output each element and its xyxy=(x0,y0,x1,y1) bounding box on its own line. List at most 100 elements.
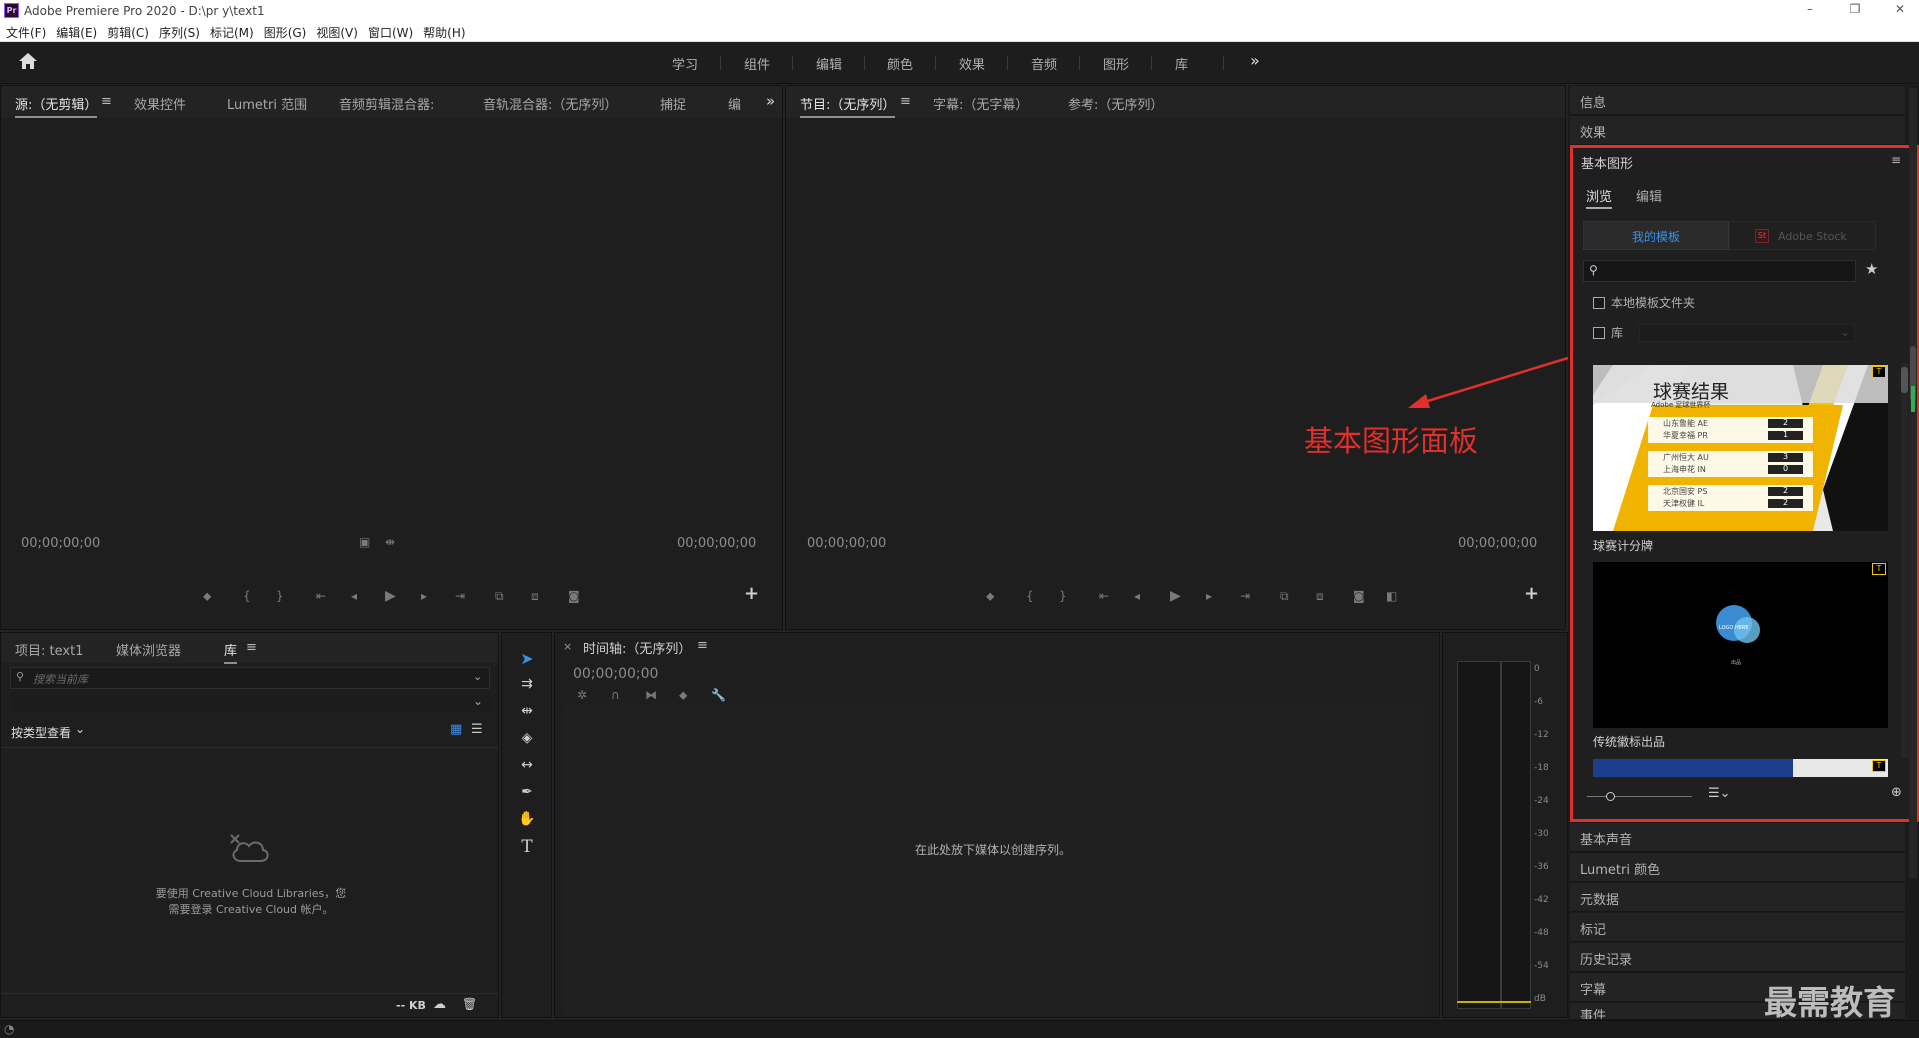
source-timecode-current[interactable]: 00;00;00;00 xyxy=(21,536,100,551)
eg-scrollbar[interactable] xyxy=(1901,363,1908,758)
go-to-in-icon[interactable]: ⇤ xyxy=(316,589,326,603)
eg-tab-edit[interactable]: 编辑 xyxy=(1636,186,1662,205)
workspace-assembly[interactable]: 组件 xyxy=(744,54,770,73)
go-to-out-icon[interactable]: ⇥ xyxy=(455,589,465,603)
program-timecode-current[interactable]: 00;00;00;00 xyxy=(807,536,886,551)
ripple-edit-tool-icon[interactable]: ⇹ xyxy=(509,703,545,719)
panel-essential-sound[interactable]: 基本声音 xyxy=(1570,823,1905,852)
drop-frame-icon[interactable]: ▣ xyxy=(359,535,370,549)
home-icon[interactable] xyxy=(14,52,42,74)
comparison-view-icon[interactable]: ◧ xyxy=(1386,589,1397,603)
library-dropdown[interactable]: ⌄ xyxy=(1639,324,1855,342)
workspace-color[interactable]: 颜色 xyxy=(887,54,913,73)
hand-tool-icon[interactable]: ✋ xyxy=(509,811,545,827)
minimize-button[interactable]: – xyxy=(1795,2,1825,20)
cloud-sync-icon[interactable]: ☁ xyxy=(433,997,446,1012)
program-add-marker-icon[interactable]: ⬥ xyxy=(986,589,994,604)
program-step-back-icon[interactable]: ◂ xyxy=(1134,589,1140,603)
grid-view-icon[interactable]: ▦ xyxy=(450,722,462,737)
workspace-effects[interactable]: 效果 xyxy=(959,54,985,73)
my-templates-tab[interactable]: 我的模板 xyxy=(1583,221,1729,250)
program-go-to-in-icon[interactable]: ⇤ xyxy=(1099,589,1109,603)
menu-view[interactable]: 视图(V) xyxy=(310,22,362,41)
close-button[interactable]: ✕ xyxy=(1885,2,1915,20)
timeline-panel-menu-icon[interactable]: ≡ xyxy=(697,638,708,653)
tab-effect-controls[interactable]: 效果控件 xyxy=(134,94,186,113)
insert-icon[interactable]: ⧉ xyxy=(495,589,504,604)
thumbnail-size-slider-thumb[interactable] xyxy=(1606,792,1615,801)
eg-tab-browse[interactable]: 浏览 xyxy=(1586,186,1613,209)
add-marker-icon[interactable]: ⬥ xyxy=(203,589,211,604)
install-template-icon[interactable]: ⊕ xyxy=(1891,785,1902,800)
source-tabs-more-button[interactable]: » xyxy=(766,92,775,110)
eg-search-input[interactable]: ⚲ xyxy=(1583,260,1856,282)
menu-file[interactable]: 文件(F) xyxy=(0,22,50,41)
program-step-forward-icon[interactable]: ▸ xyxy=(1206,589,1212,603)
timeline-drop-area[interactable]: 在此处放下媒体以创建序列。 xyxy=(563,705,1423,1015)
workspace-more-button[interactable]: » xyxy=(1250,51,1260,70)
menu-clip[interactable]: 剪辑(C) xyxy=(101,22,153,41)
right-stack-scrollbar[interactable] xyxy=(1909,88,1917,878)
menu-sequence[interactable]: 序列(S) xyxy=(153,22,204,41)
local-templates-checkbox[interactable] xyxy=(1593,297,1605,309)
program-panel-menu-icon[interactable]: ≡ xyxy=(900,94,911,109)
linked-selection-icon[interactable]: ⧓ xyxy=(645,688,657,702)
tab-source[interactable]: 源:（无剪辑） xyxy=(15,94,98,118)
menu-window[interactable]: 窗口(W) xyxy=(362,22,417,41)
favorites-star-icon[interactable]: ★ xyxy=(1865,260,1878,278)
step-forward-icon[interactable]: ▸ xyxy=(421,589,427,603)
program-button-editor-icon[interactable]: + xyxy=(1524,583,1539,604)
workspace-graphics[interactable]: 图形 xyxy=(1103,54,1129,73)
tab-capture[interactable]: 捕捉 xyxy=(660,94,686,113)
tab-edit-truncated[interactable]: 编 xyxy=(728,94,741,113)
pen-tool-icon[interactable]: ✒ xyxy=(509,784,545,800)
step-back-icon[interactable]: ◂ xyxy=(351,589,357,603)
template-thumbnail-partial[interactable]: T xyxy=(1593,759,1888,777)
tab-media-browser[interactable]: 媒体浏览器 xyxy=(116,640,181,659)
tab-reference[interactable]: 参考:（无序列） xyxy=(1068,94,1163,113)
menu-edit[interactable]: 编辑(E) xyxy=(50,22,101,41)
tab-lumetri-scopes[interactable]: Lumetri 范围 xyxy=(227,94,307,113)
thumbnail-size-slider[interactable] xyxy=(1587,796,1692,797)
tab-audio-clip-mixer[interactable]: 音频剪辑混合器: xyxy=(339,94,434,113)
list-view-icon[interactable]: ☰ xyxy=(471,722,483,737)
tab-program[interactable]: 节目:（无序列） xyxy=(800,94,896,118)
fit-icon[interactable]: ⇼ xyxy=(385,535,395,549)
essential-graphics-menu-icon[interactable]: ≡ xyxy=(1891,153,1901,167)
adobe-stock-tab[interactable]: St Adobe Stock xyxy=(1729,221,1876,250)
workspace-libraries[interactable]: 库 xyxy=(1175,54,1188,73)
extract-icon[interactable]: ⧈ xyxy=(1316,589,1324,604)
search-dropdown-chevron-icon[interactable]: ⌄ xyxy=(473,670,482,683)
workspace-editing[interactable]: 编辑 xyxy=(816,54,842,73)
panel-history[interactable]: 历史记录 xyxy=(1570,943,1905,972)
workspace-learn[interactable]: 学习 xyxy=(672,54,698,73)
panel-metadata[interactable]: 元数据 xyxy=(1570,883,1905,912)
source-button-editor-icon[interactable]: + xyxy=(744,583,759,604)
track-select-tool-icon[interactable]: ⇉ xyxy=(509,676,545,692)
wrench-icon[interactable]: 🔧 xyxy=(711,688,726,702)
program-mark-out-icon[interactable]: } xyxy=(1059,589,1067,603)
play-icon[interactable]: ▶ xyxy=(385,588,396,604)
timeline-marker-icon[interactable]: ⬥ xyxy=(679,688,687,703)
tab-project[interactable]: 项目: text1 xyxy=(15,640,83,659)
selection-tool-icon[interactable]: ➤ xyxy=(509,649,545,668)
panel-effects[interactable]: 效果 xyxy=(1570,116,1905,145)
tab-timeline[interactable]: 时间轴:（无序列） xyxy=(583,638,691,657)
view-by-type-dropdown[interactable]: 按类型查看 xyxy=(11,724,71,741)
library-selector-dropdown[interactable]: ⌄ xyxy=(10,693,490,713)
close-timeline-icon[interactable]: × xyxy=(563,640,572,653)
panel-markers[interactable]: 标记 xyxy=(1570,913,1905,942)
type-tool-icon[interactable]: T xyxy=(509,837,545,857)
lift-icon[interactable]: ⧉ xyxy=(1280,589,1289,604)
menu-help[interactable]: 帮助(H) xyxy=(417,22,469,41)
restore-button[interactable]: ❐ xyxy=(1840,2,1870,20)
program-mark-in-icon[interactable]: { xyxy=(1026,589,1034,603)
menu-markers[interactable]: 标记(M) xyxy=(204,22,258,41)
program-export-frame-icon[interactable]: ◙ xyxy=(1353,589,1365,603)
menu-graphics[interactable]: 图形(G) xyxy=(258,22,311,41)
overwrite-icon[interactable]: ⧈ xyxy=(531,589,539,604)
slip-tool-icon[interactable]: ↔ xyxy=(509,757,545,773)
library-search-field[interactable]: ⚲ 搜索当前库 ⌄ xyxy=(10,667,490,689)
eg-scrollbar-thumb[interactable] xyxy=(1901,367,1908,393)
tab-captions[interactable]: 字幕:（无字幕） xyxy=(933,94,1028,113)
